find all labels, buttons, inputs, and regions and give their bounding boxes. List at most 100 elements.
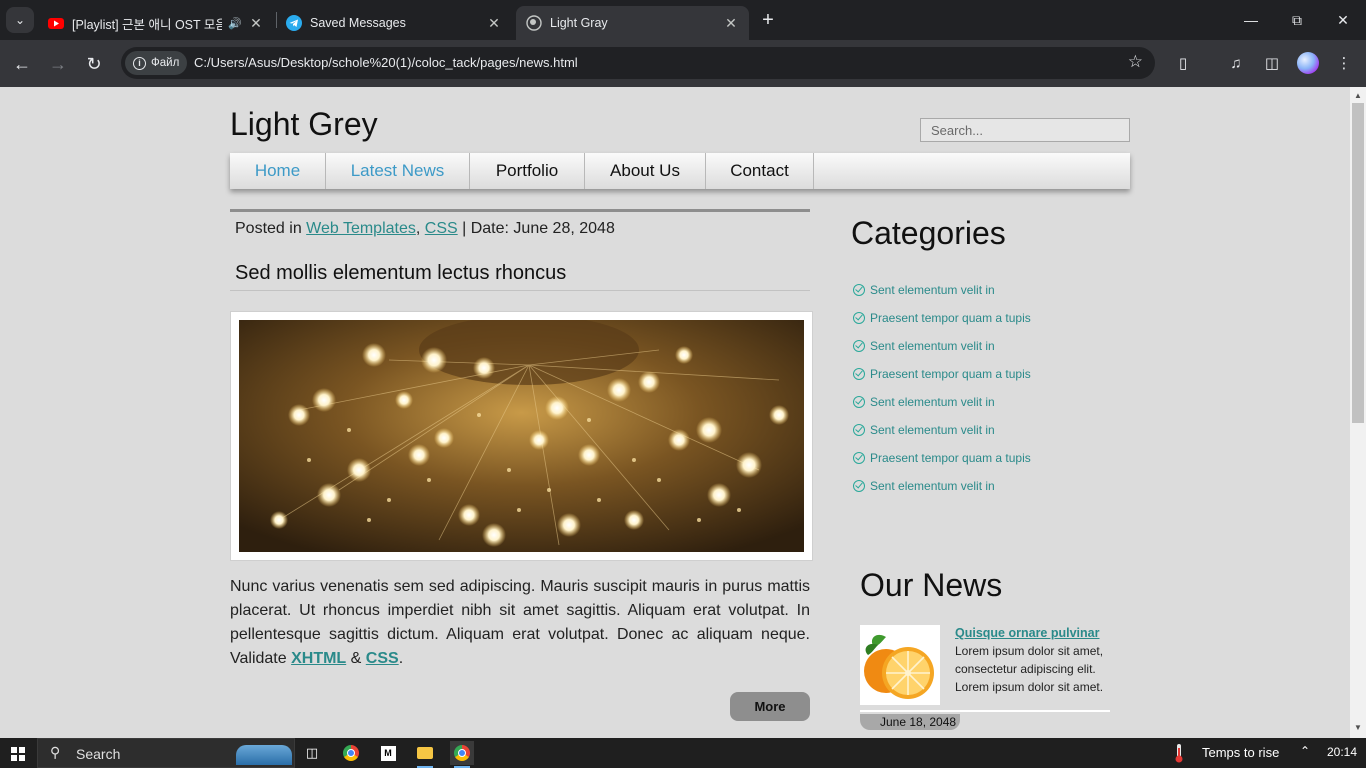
- chandelier-image: [239, 320, 804, 552]
- chrome-taskbar-icon[interactable]: [339, 741, 363, 765]
- close-tab-icon[interactable]: ✕: [723, 15, 739, 32]
- thermometer-icon[interactable]: [1172, 743, 1186, 763]
- category-link[interactable]: Sent elementum velit in: [870, 283, 995, 297]
- close-window-button[interactable]: ✕: [1320, 0, 1366, 40]
- category-link[interactable]: Sent elementum velit in: [870, 395, 995, 409]
- tab-title: Light Gray: [550, 16, 608, 30]
- side-panel-icon[interactable]: ◫: [1260, 51, 1284, 75]
- search-input[interactable]: [920, 118, 1130, 142]
- news-thumbnail[interactable]: [860, 625, 940, 705]
- post-image-frame: [230, 311, 813, 561]
- extensions-icon[interactable]: ▯: [1171, 51, 1195, 75]
- scrollbar-thumb[interactable]: [1352, 103, 1364, 423]
- chevron-up-icon[interactable]: ⌃: [1300, 744, 1310, 758]
- list-item: Sent elementum velit in: [853, 332, 1031, 360]
- bookmark-star-icon[interactable]: ☆: [1128, 52, 1143, 72]
- tab-strip: ⌄ [Playlist] 근본 애니 OST 모음 🔊 ✕ Saved Mess…: [0, 0, 1366, 40]
- clock[interactable]: 20:14: [1327, 745, 1357, 759]
- taskbar: ⚲ Search ◫ M Temps to rise ⌃ 20:14: [0, 738, 1366, 768]
- body-period: .: [398, 650, 404, 667]
- back-button[interactable]: ←: [8, 50, 36, 78]
- menu-item-about-us[interactable]: About Us: [585, 153, 706, 189]
- news-divider: [860, 710, 1110, 712]
- task-view-icon[interactable]: ◫: [300, 741, 324, 765]
- list-item: Praesent tempor quam a tupis: [853, 444, 1031, 472]
- chrome-icon: [343, 745, 359, 761]
- url-text[interactable]: C:/Users/Asus/Desktop/schole%20(1)/coloc…: [194, 55, 578, 70]
- category-link[interactable]: Praesent tempor quam a tupis: [870, 311, 1031, 325]
- page-scrollbar[interactable]: ▲ ▼: [1350, 87, 1366, 738]
- post-title-rule: [230, 290, 810, 291]
- profile-avatar[interactable]: [1297, 52, 1319, 74]
- site-info-chip[interactable]: i Файл: [125, 51, 188, 75]
- address-bar[interactable]: i Файл C:/Users/Asus/Desktop/schole%20(1…: [121, 47, 1155, 79]
- media-controls-icon[interactable]: ♫: [1224, 51, 1248, 75]
- tab-search-button[interactable]: ⌄: [6, 7, 34, 33]
- menu-item-portfolio[interactable]: Portfolio: [470, 153, 585, 189]
- telegram-icon: [286, 15, 302, 31]
- app-logo-icon: M: [380, 745, 396, 761]
- list-item: Praesent tempor quam a tupis: [853, 360, 1031, 388]
- taskbar-search-label: Search: [76, 746, 121, 762]
- tab-playlist[interactable]: [Playlist] 근본 애니 OST 모음 🔊 ✕: [38, 6, 274, 40]
- scroll-up-arrow-icon[interactable]: ▲: [1350, 89, 1366, 103]
- new-tab-button[interactable]: +: [757, 9, 779, 31]
- close-tab-icon[interactable]: ✕: [248, 15, 264, 32]
- minimize-button[interactable]: —: [1228, 0, 1274, 40]
- categories-title: Categories: [851, 215, 1006, 251]
- file-explorer-icon[interactable]: [413, 741, 437, 768]
- category-link[interactable]: Praesent tempor quam a tupis: [870, 451, 1031, 465]
- check-circle-icon: [853, 284, 865, 296]
- validate-xhtml-link[interactable]: XHTML: [291, 650, 346, 667]
- menu-item-home[interactable]: Home: [230, 153, 326, 189]
- check-circle-icon: [853, 396, 865, 408]
- close-tab-icon[interactable]: ✕: [486, 15, 502, 32]
- speaker-icon[interactable]: 🔊: [228, 17, 242, 30]
- forward-button[interactable]: →: [44, 50, 72, 78]
- tab-light-gray[interactable]: Light Gray ✕: [516, 6, 749, 40]
- post-date: | Date: June 28, 2048: [462, 220, 615, 237]
- check-circle-icon: [853, 452, 865, 464]
- more-button[interactable]: More: [730, 692, 810, 721]
- list-item: Sent elementum velit in: [853, 276, 1031, 304]
- news-item-excerpt: Lorem ipsum dolor sit amet, consectetur …: [955, 644, 1104, 694]
- list-item: Praesent tempor quam a tupis: [853, 304, 1031, 332]
- check-circle-icon: [853, 368, 865, 380]
- list-item: Sent elementum velit in: [853, 388, 1031, 416]
- validate-css-link[interactable]: CSS: [366, 650, 399, 667]
- menu-item-latest-news[interactable]: Latest News: [326, 153, 470, 189]
- menu-item-contact[interactable]: Contact: [706, 153, 814, 189]
- app-taskbar-icon[interactable]: M: [376, 741, 400, 765]
- news-item-date: June 18, 2048: [860, 714, 960, 730]
- tab-title: Saved Messages: [310, 16, 406, 30]
- chrome-active-taskbar-icon[interactable]: [450, 741, 474, 768]
- category-link[interactable]: Sent elementum velit in: [870, 339, 995, 353]
- category-link[interactable]: Praesent tempor quam a tupis: [870, 367, 1031, 381]
- category-link-css[interactable]: CSS: [425, 220, 458, 237]
- taskbar-search[interactable]: ⚲ Search: [37, 738, 295, 768]
- weather-text[interactable]: Temps to rise: [1202, 745, 1279, 760]
- more-menu-icon[interactable]: ⋮: [1332, 51, 1356, 75]
- folder-icon: [417, 747, 433, 759]
- restore-button[interactable]: ⧉: [1274, 0, 1320, 40]
- tab-title: [Playlist] 근본 애니 OST 모음: [72, 17, 223, 32]
- check-circle-icon: [853, 312, 865, 324]
- our-news-title: Our News: [860, 567, 1003, 603]
- reload-button[interactable]: ↻: [80, 50, 108, 78]
- post-meta: Posted in Web Templates, CSS | Date: Jun…: [235, 220, 615, 238]
- category-link[interactable]: Sent elementum velit in: [870, 479, 995, 493]
- site-title[interactable]: Light Grey: [230, 106, 378, 143]
- category-link[interactable]: Sent elementum velit in: [870, 423, 995, 437]
- site-chip-label: Файл: [151, 57, 180, 69]
- category-link-web-templates[interactable]: Web Templates: [306, 220, 416, 237]
- check-circle-icon: [853, 424, 865, 436]
- news-item-title[interactable]: Quisque ornare pulvinar: [955, 626, 1099, 640]
- post-divider: [230, 209, 810, 212]
- post-body: Nunc varius venenatis sem sed adipiscing…: [230, 575, 810, 671]
- search-icon: ⚲: [50, 744, 61, 760]
- scroll-down-arrow-icon[interactable]: ▼: [1350, 721, 1366, 735]
- windows-start-icon[interactable]: [11, 747, 25, 761]
- tab-saved-messages[interactable]: Saved Messages ✕: [276, 6, 512, 40]
- check-circle-icon: [853, 480, 865, 492]
- main-menu: Home Latest News Portfolio About Us Cont…: [230, 153, 1130, 189]
